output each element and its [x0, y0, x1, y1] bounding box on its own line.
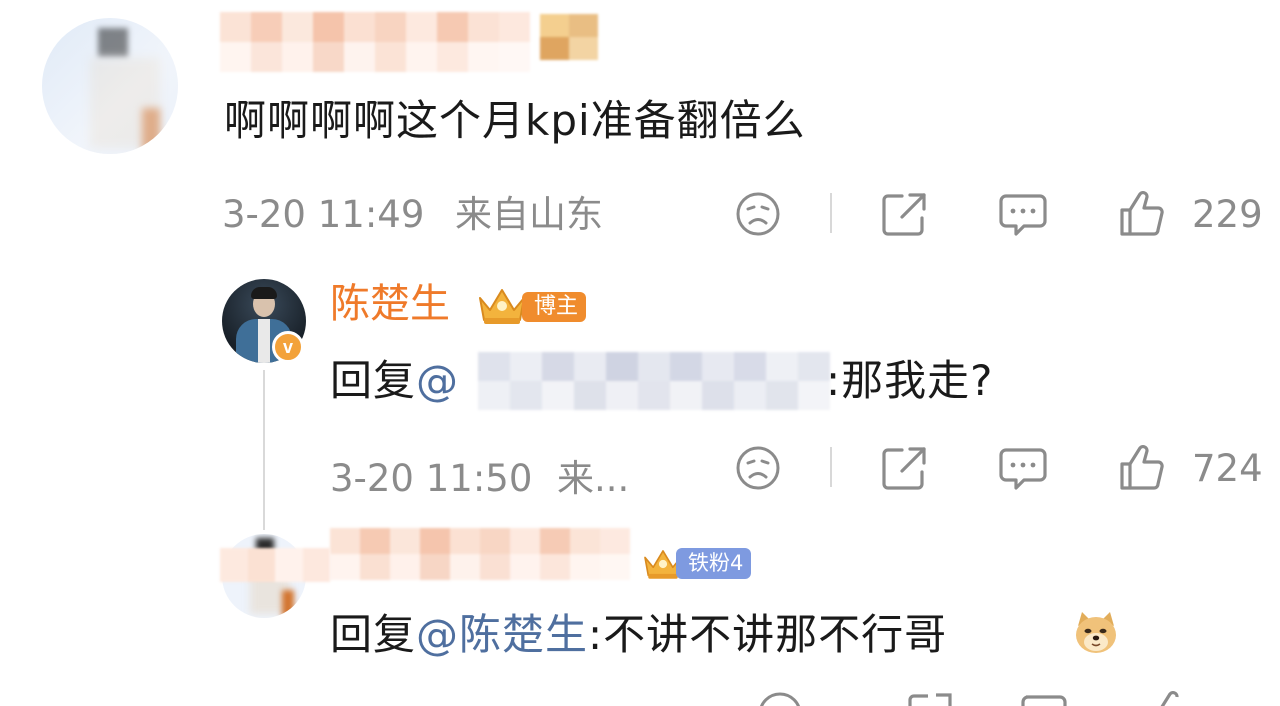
share-icon[interactable]	[880, 444, 930, 492]
reply-text-1: 回复@	[330, 360, 459, 402]
like-count: 724	[1192, 447, 1263, 490]
comment-bubble-icon[interactable]	[1018, 692, 1068, 706]
comment-location: 来自山东	[455, 193, 603, 236]
thumbs-up-icon[interactable]	[1148, 690, 1196, 706]
mentioned-user-blurred[interactable]	[478, 352, 830, 410]
thumbs-up-icon[interactable]	[1118, 444, 1166, 492]
reply-location: 来...	[557, 457, 630, 500]
reply-time: 3-20 11:50	[330, 457, 533, 500]
reply-suffix: :那我走?	[826, 356, 994, 405]
share-icon[interactable]	[880, 190, 930, 238]
reply-mention[interactable]: @	[416, 356, 459, 405]
username-blurred-2-extra	[220, 548, 330, 582]
action-divider	[830, 193, 832, 233]
verified-v-icon: v	[272, 331, 304, 363]
username-blurred-2[interactable]	[330, 528, 630, 580]
like-count: 229	[1192, 193, 1263, 236]
reply-text-2: 回复@陈楚生:不讲不讲那不行哥	[330, 614, 947, 656]
comment-text: 啊啊啊啊这个月kpi准备翻倍么	[224, 96, 806, 145]
reply-mention[interactable]: @陈楚生	[416, 610, 588, 659]
comment-time: 3-20 11:49	[222, 193, 425, 236]
action-divider	[830, 447, 832, 487]
fan-level-badge: 铁粉4	[676, 548, 752, 579]
comment-bubble-icon[interactable]	[998, 191, 1048, 239]
thumbs-up-icon[interactable]	[1118, 190, 1166, 238]
blogger-username[interactable]: 陈楚生	[330, 284, 450, 324]
role-badge: 博主	[522, 292, 587, 322]
avatar-commenter-1[interactable]	[42, 18, 178, 154]
user-badge-blurred-1	[540, 14, 598, 60]
doge-emoji-icon	[1072, 608, 1120, 656]
reply-prefix: 回复	[330, 356, 417, 405]
username-blurred-1[interactable]	[220, 12, 530, 72]
share-icon[interactable]	[906, 690, 956, 706]
comment-bubble-icon[interactable]	[998, 445, 1048, 493]
sad-face-icon[interactable]	[734, 444, 782, 492]
thread-line	[263, 370, 265, 530]
reply-suffix: :不讲不讲那不行哥	[588, 610, 948, 659]
sad-face-icon[interactable]	[734, 190, 782, 238]
sad-face-icon[interactable]	[756, 690, 804, 706]
reply-prefix: 回复	[330, 610, 417, 659]
